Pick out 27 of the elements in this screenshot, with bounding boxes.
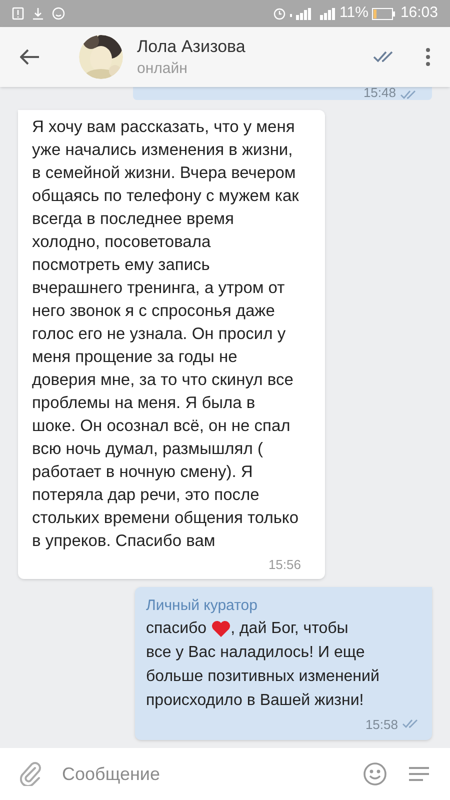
- download-icon: [32, 7, 44, 20]
- alarm-icon: [272, 7, 286, 20]
- message-text: Я хочу вам рассказать, что у меня уже начались изменения в жизни, в семейной жизни. Вчера вечером общаясь по телефону с мужем как всегда в последнее время холодно, посоветовала посмотреть ему запись вчерашнего тренинга, а утром от него звонок я с спросонья даже голос его не узнала. Он просил у меня прощение за годы не доверия мне, за то что скинул все проблемы на меня. Я была в шоке. Он осознал всё, он не спал всю ночь думал, размышлял ( работает в ночную смену). Я потеряла дар речи, это после стольких времени общения только в упреков. Спасибо вам: [32, 117, 300, 552]
- message-text: , дай Бог, чтобы: [230, 618, 348, 638]
- paperclip-icon: [20, 762, 42, 786]
- back-arrow-icon: [20, 49, 40, 65]
- menu-icon: [408, 766, 430, 782]
- more-icon: [425, 48, 431, 66]
- smiley-icon: [52, 7, 65, 20]
- battery-icon: [372, 8, 396, 20]
- sender-name: Личный куратор: [146, 596, 258, 616]
- message-input[interactable]: Сообщение: [62, 760, 360, 788]
- contact-status: онлайн: [137, 59, 188, 79]
- heart-icon: [210, 620, 231, 638]
- clock-time: 16:03: [400, 3, 438, 24]
- notification-icon: [12, 7, 24, 20]
- message-time: 15:56: [268, 556, 301, 574]
- double-check-icon: [373, 51, 395, 63]
- smiley-icon: [363, 762, 387, 786]
- message-time: 15:48: [363, 87, 396, 99]
- signal-icon: [320, 8, 336, 20]
- battery-percent: 11%: [340, 3, 368, 24]
- message-text: спасибо: [146, 618, 207, 638]
- contact-name: Лола Азизова: [137, 36, 246, 58]
- message-text: все у Вас наладилось! И еще больше позитивных изменений происходило в Вашей жизни!: [146, 642, 380, 710]
- message-bar[interactable]: Сообщение: [0, 748, 450, 800]
- message-time: 15:58: [365, 716, 398, 734]
